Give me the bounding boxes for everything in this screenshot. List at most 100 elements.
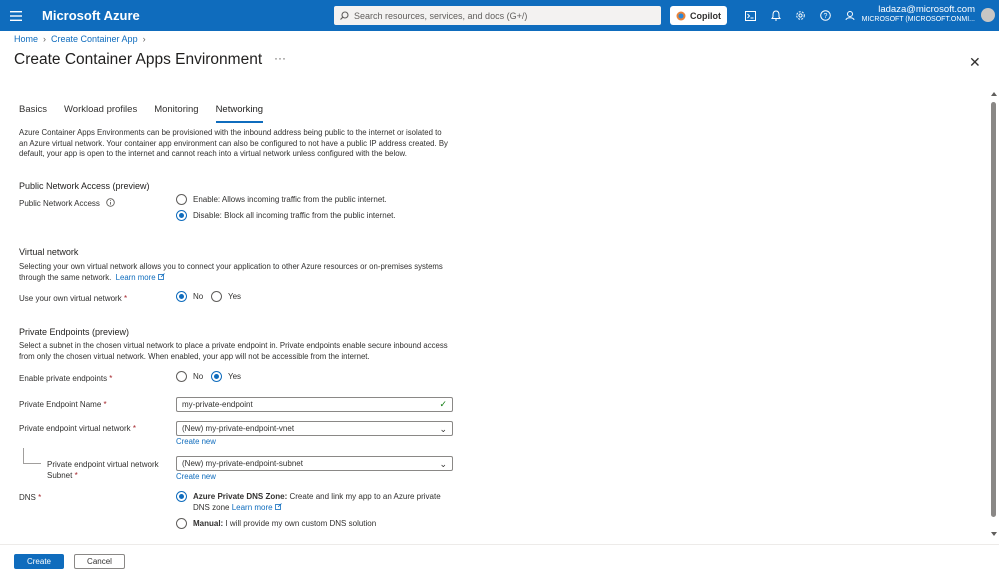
vnet-yes-label: Yes <box>228 292 242 301</box>
private-endpoints-yes-radio[interactable]: Yes <box>211 371 241 382</box>
required-marker: * <box>103 400 107 409</box>
private-endpoints-description: Select a subnet in the chosen virtual ne… <box>19 341 448 361</box>
private-endpoint-vnet-value: (New) my-private-endpoint-vnet <box>182 424 295 433</box>
radio-circle <box>176 371 187 382</box>
private-endpoint-subnet-label-line2: Subnet <box>47 471 73 480</box>
private-endpoint-subnet-label: Private endpoint virtual network Subnet … <box>47 459 159 481</box>
vnet-no-label: No <box>193 292 204 301</box>
required-marker: * <box>74 471 78 480</box>
checkmark-icon: ✓ <box>439 399 447 409</box>
private-endpoint-vnet-label: Private endpoint virtual network * <box>19 424 136 433</box>
chevron-down-icon: ⌄ <box>439 424 447 434</box>
page-title: Create Container Apps Environment <box>14 51 263 68</box>
copilot-button[interactable]: Copilot <box>670 6 727 25</box>
breadcrumb: Home › Create Container App › <box>14 34 146 44</box>
cloud-shell-icon[interactable] <box>738 0 763 31</box>
account-info[interactable]: ladaza@microsoft.com MICROSOFT (MICROSOF… <box>862 5 975 25</box>
create-new-subnet-link[interactable]: Create new <box>176 472 216 481</box>
help-icon[interactable]: ? <box>813 0 838 31</box>
settings-icon[interactable] <box>788 0 813 31</box>
radio-circle-selected <box>211 371 222 382</box>
public-access-enable-label: Enable: Allows incoming traffic from the… <box>193 195 387 204</box>
tab-monitoring[interactable]: Monitoring <box>154 104 198 123</box>
required-marker: * <box>109 374 113 383</box>
private-endpoints-no-label: No <box>193 372 204 381</box>
dns-learn-more-link[interactable]: Learn more <box>232 503 273 512</box>
vnet-learn-more-link[interactable]: Learn more <box>116 273 156 282</box>
private-endpoint-subnet-dropdown[interactable]: (New) my-private-endpoint-subnet ⌄ <box>176 456 453 471</box>
dns-manual-desc: I will provide my own custom DNS solutio… <box>225 519 377 528</box>
private-endpoint-subnet-label-line1: Private endpoint virtual network <box>47 460 159 469</box>
avatar[interactable] <box>981 8 995 22</box>
enable-private-endpoints-label: Enable private endpoints * <box>19 374 112 383</box>
vnet-label-text: Use your own virtual network <box>19 294 122 303</box>
more-options-icon[interactable]: ··· <box>274 51 286 65</box>
external-link-icon <box>274 503 282 510</box>
account-tenant: MICROSOFT (MICROSOFT.ONMI... <box>861 16 975 23</box>
vnet-label: Use your own virtual network * <box>19 294 127 303</box>
dns-label-text: DNS <box>19 493 36 502</box>
tab-workload-profiles[interactable]: Workload profiles <box>64 104 137 123</box>
intro-text: Azure Container Apps Environments can be… <box>19 128 448 159</box>
private-endpoint-vnet-dropdown[interactable]: (New) my-private-endpoint-vnet ⌄ <box>176 421 453 436</box>
public-access-heading: Public Network Access (preview) <box>19 181 150 191</box>
menu-icon[interactable] <box>0 0 32 31</box>
copilot-label: Copilot <box>690 10 721 21</box>
external-link-icon <box>157 272 165 280</box>
vnet-description-text: Selecting your own virtual network allow… <box>19 262 443 282</box>
radio-circle-selected <box>176 491 187 502</box>
search-input[interactable]: Search resources, services, and docs (G+… <box>334 6 661 25</box>
create-new-vnet-link[interactable]: Create new <box>176 437 216 446</box>
create-button[interactable]: Create <box>14 554 64 569</box>
private-endpoint-name-input[interactable]: my-private-endpoint ✓ <box>176 397 453 412</box>
vnet-no-radio[interactable]: No <box>176 291 203 302</box>
enable-private-endpoints-label-text: Enable private endpoints <box>19 374 108 383</box>
brand-title[interactable]: Microsoft Azure <box>42 8 140 23</box>
close-icon[interactable]: ✕ <box>969 54 981 71</box>
vnet-yes-radio[interactable]: Yes <box>211 291 241 302</box>
scrollbar-thumb[interactable] <box>991 102 996 517</box>
dns-azure-private-zone-desc2: DNS zone <box>193 503 230 512</box>
notifications-icon[interactable] <box>763 0 788 31</box>
radio-circle-selected <box>176 210 187 221</box>
cancel-button[interactable]: Cancel <box>74 554 125 569</box>
private-endpoint-name-label: Private Endpoint Name * <box>19 400 107 409</box>
dns-label: DNS * <box>19 493 41 502</box>
dns-manual-radio[interactable]: Manual: I will provide my own custom DNS… <box>176 518 376 529</box>
breadcrumb-create-container-app[interactable]: Create Container App <box>51 34 138 44</box>
tab-basics[interactable]: Basics <box>19 104 47 123</box>
dns-azure-private-zone-text: Azure Private DNS Zone: Create and link … <box>193 491 441 513</box>
radio-circle <box>176 518 187 529</box>
public-access-disable-radio[interactable]: Disable: Block all incoming traffic from… <box>176 210 396 221</box>
private-endpoint-name-label-text: Private Endpoint Name <box>19 400 102 409</box>
tree-connector <box>23 448 41 464</box>
scroll-down-icon[interactable] <box>989 530 999 538</box>
public-access-disable-label: Disable: Block all incoming traffic from… <box>193 211 396 220</box>
info-icon[interactable] <box>106 198 115 207</box>
scroll-up-icon[interactable] <box>989 90 999 98</box>
search-placeholder: Search resources, services, and docs (G+… <box>354 10 528 21</box>
radio-circle <box>211 291 222 302</box>
private-endpoint-vnet-label-text: Private endpoint virtual network <box>19 424 131 433</box>
vnet-heading: Virtual network <box>19 247 79 257</box>
chevron-right-icon: › <box>142 34 146 44</box>
radio-circle <box>176 194 187 205</box>
scrollbar[interactable] <box>989 90 999 538</box>
private-endpoints-no-radio[interactable]: No <box>176 371 203 382</box>
public-access-enable-radio[interactable]: Enable: Allows incoming traffic from the… <box>176 194 387 205</box>
feedback-icon[interactable] <box>838 0 863 31</box>
tab-networking[interactable]: Networking <box>215 104 264 123</box>
public-access-label-text: Public Network Access <box>19 199 100 208</box>
private-endpoints-heading: Private Endpoints (preview) <box>19 327 130 337</box>
required-marker: * <box>38 493 42 502</box>
required-marker: * <box>123 294 128 303</box>
account-user: ladaza@microsoft.com <box>878 4 975 15</box>
public-access-label: Public Network Access <box>19 198 115 208</box>
dns-manual-bold: Manual: <box>193 519 224 528</box>
vnet-description: Selecting your own virtual network allow… <box>19 262 449 283</box>
dns-azure-private-zone-desc: Create and link my app to an Azure priva… <box>289 492 441 501</box>
private-endpoints-yes-label: Yes <box>228 372 242 381</box>
dns-azure-private-zone-radio[interactable]: Azure Private DNS Zone: Create and link … <box>176 491 441 513</box>
breadcrumb-home[interactable]: Home <box>14 34 38 44</box>
search-icon <box>340 11 349 20</box>
